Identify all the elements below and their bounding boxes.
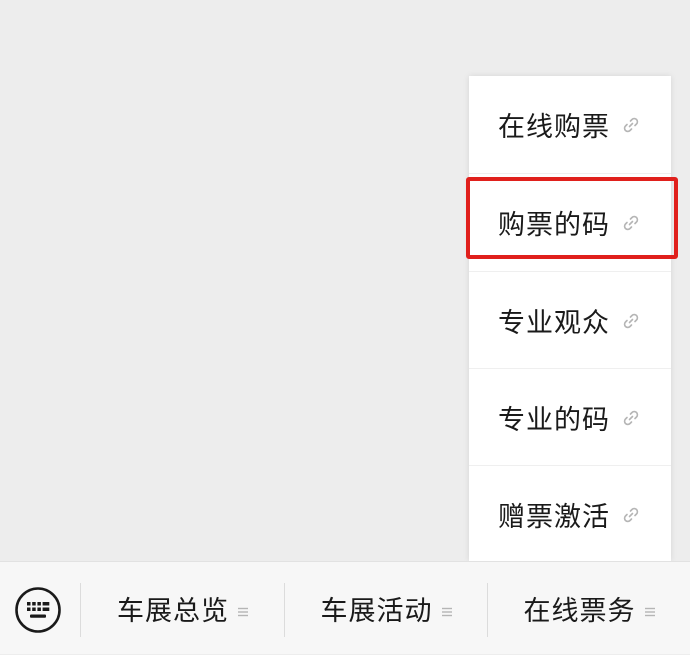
link-icon (622, 312, 640, 330)
menu-online-ticketing[interactable]: 在线票务 (488, 562, 690, 655)
submenu-item-label: 赠票激活 (498, 502, 610, 533)
keyboard-icon (15, 587, 61, 633)
highlight-box (466, 177, 678, 259)
menu-auto-show-overview[interactable]: 车展总览 (81, 562, 284, 655)
submenu-item-pro-visitor[interactable]: 专业观众 (469, 272, 671, 369)
link-icon (622, 409, 640, 427)
submenu-item-label: 在线购票 (498, 112, 610, 143)
keyboard-switch-button[interactable] (14, 586, 62, 634)
menu-icon (238, 603, 248, 616)
submenu-item-label: 专业的码 (498, 405, 610, 436)
menu-label: 车展活动 (320, 596, 433, 627)
link-icon (622, 116, 640, 134)
bottom-menu-bar: 车展总览 车展活动 在线票务 (0, 561, 690, 654)
menu-icon (644, 603, 655, 616)
submenu-item-label: 专业观众 (498, 308, 610, 339)
menu-label: 车展总览 (117, 596, 229, 627)
submenu-item-gift-activation[interactable]: 赠票激活 (469, 466, 671, 563)
submenu-item-online-ticket[interactable]: 在线购票 (469, 76, 671, 173)
menu-auto-show-events[interactable]: 车展活动 (285, 562, 487, 655)
submenu-item-pro-code[interactable]: 专业的码 (469, 369, 671, 466)
menu-icon (441, 603, 452, 616)
popup-submenu: 在线购票 购票的码 专业观众 专业的码 赠票激活 (469, 76, 671, 561)
menu-label: 在线票务 (523, 596, 636, 627)
link-icon (622, 506, 640, 524)
